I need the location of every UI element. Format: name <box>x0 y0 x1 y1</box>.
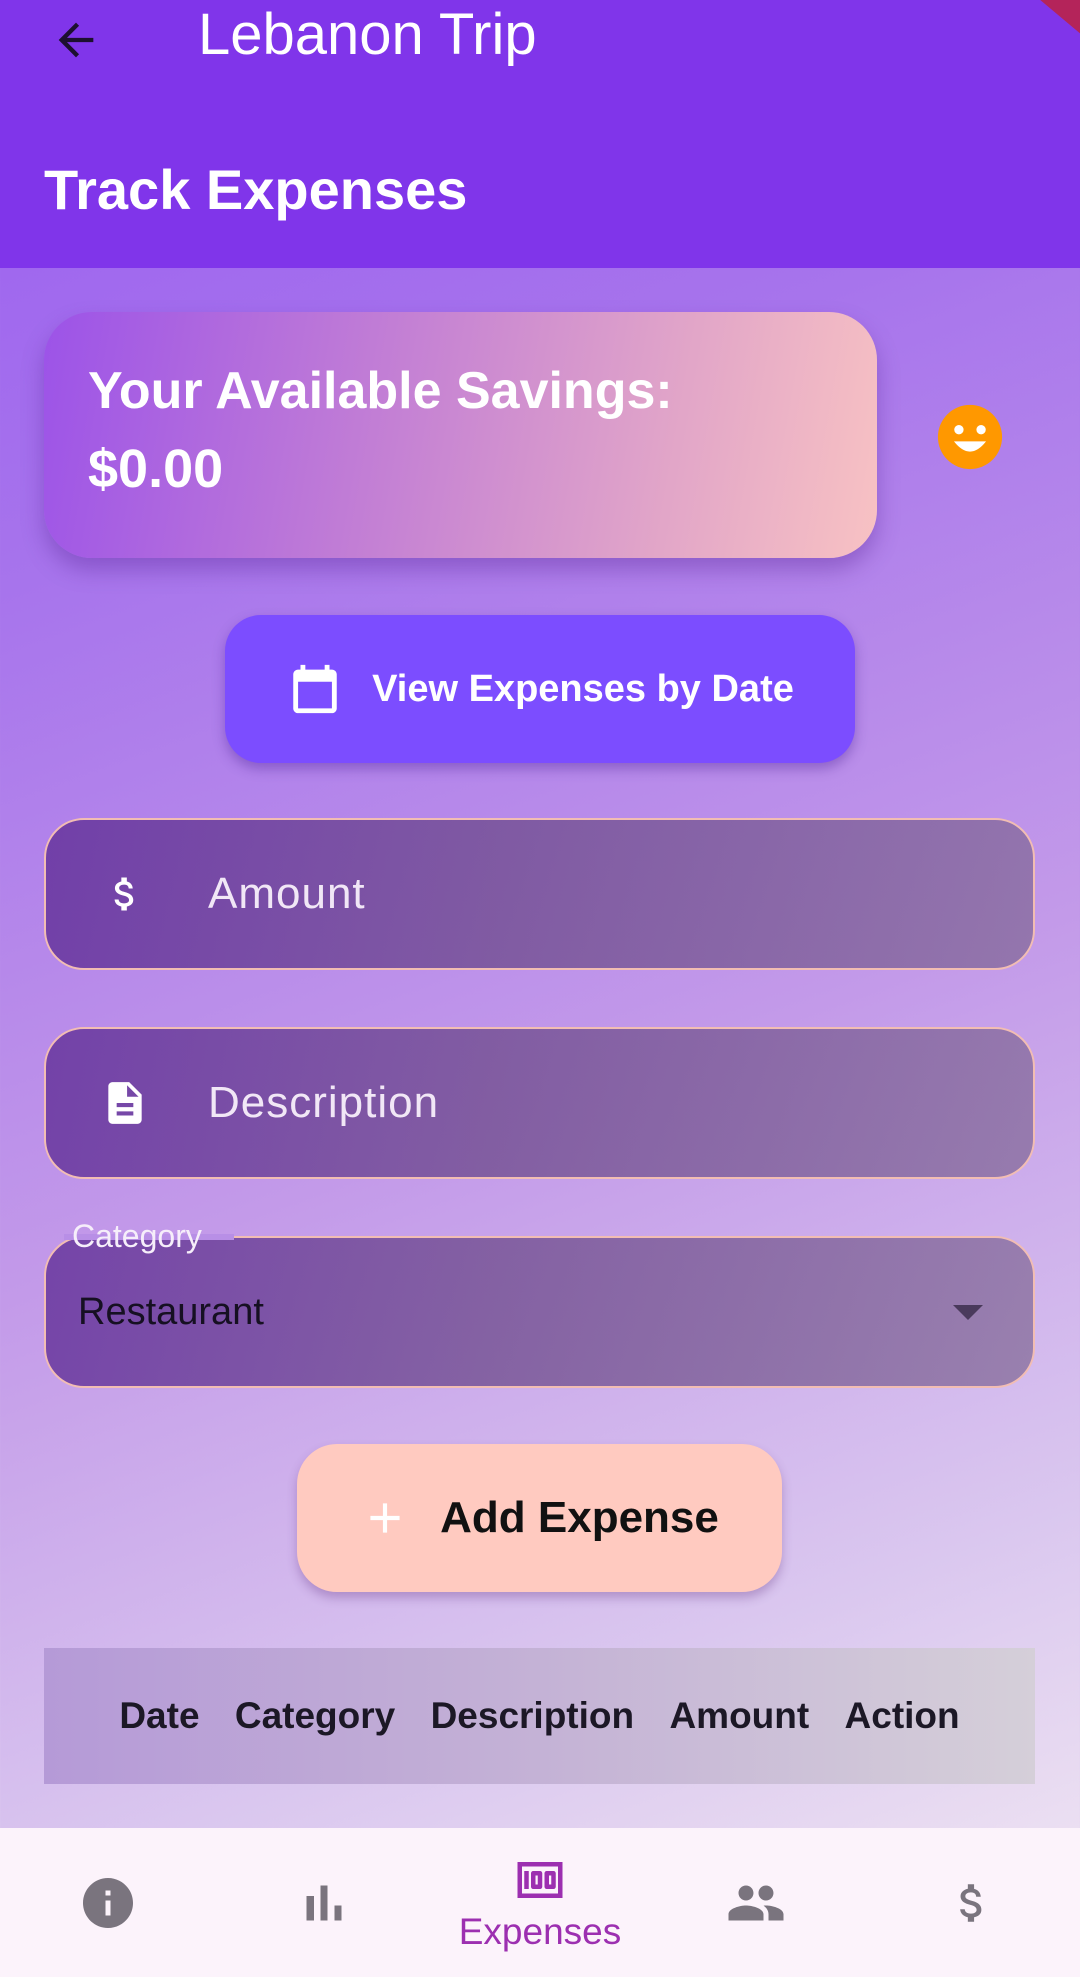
view-expenses-by-date-label: View Expenses by Date <box>372 667 794 710</box>
column-header-date: Date <box>119 1695 200 1736</box>
debug-banner <box>1021 0 1080 42</box>
description-placeholder: Description <box>208 1078 440 1127</box>
description-field[interactable]: Description <box>44 1027 1035 1179</box>
view-expenses-by-date-button[interactable]: View Expenses by Date <box>225 615 855 763</box>
money-icon <box>517 1861 563 1898</box>
category-label: Category <box>62 1216 212 1256</box>
back-button[interactable] <box>44 8 108 72</box>
dropdown-arrow-icon <box>953 1304 983 1320</box>
add-expense-button[interactable]: Add Expense <box>297 1444 782 1592</box>
expenses-table-header: Date Category Description Amount Action <box>44 1648 1035 1784</box>
category-dropdown[interactable]: Restaurant <box>44 1236 1035 1388</box>
nav-item-chart[interactable] <box>216 1828 432 1977</box>
plus-icon <box>370 1503 400 1533</box>
description-icon <box>108 1082 142 1124</box>
savings-label: Your Available Savings: <box>88 362 673 420</box>
arrow-back-icon <box>58 22 94 58</box>
amount-placeholder: Amount <box>208 869 366 918</box>
smiley-icon <box>937 404 1003 470</box>
app-bar: Lebanon Trip Track Expenses <box>0 0 1080 268</box>
bar-chart-icon <box>306 1885 342 1920</box>
column-header-description: Description <box>430 1695 635 1736</box>
dollar-icon <box>960 1883 982 1922</box>
page-title: Track Expenses <box>44 158 468 221</box>
nav-item-budget[interactable] <box>864 1828 1080 1977</box>
nav-item-info[interactable] <box>0 1828 216 1977</box>
column-header-action: Action <box>844 1695 960 1736</box>
nav-item-expenses[interactable]: Expenses <box>432 1828 648 1977</box>
info-icon <box>83 1877 133 1928</box>
column-header-category: Category <box>234 1695 396 1736</box>
nav-item-people[interactable] <box>648 1828 864 1977</box>
amount-field[interactable]: Amount <box>44 818 1035 970</box>
app-title: Lebanon Trip <box>198 2 537 67</box>
calendar-icon <box>293 664 337 714</box>
category-value: Restaurant <box>78 1290 264 1333</box>
people-icon <box>728 1885 784 1920</box>
savings-value: $0.00 <box>88 439 224 499</box>
add-expense-label: Add Expense <box>440 1493 719 1542</box>
dollar-icon <box>114 877 134 911</box>
nav-item-expenses-label: Expenses <box>458 1910 622 1952</box>
bottom-navigation: Expenses <box>0 1828 1080 1977</box>
savings-card: Your Available Savings: $0.00 <box>44 312 877 558</box>
column-header-amount: Amount <box>669 1695 810 1736</box>
